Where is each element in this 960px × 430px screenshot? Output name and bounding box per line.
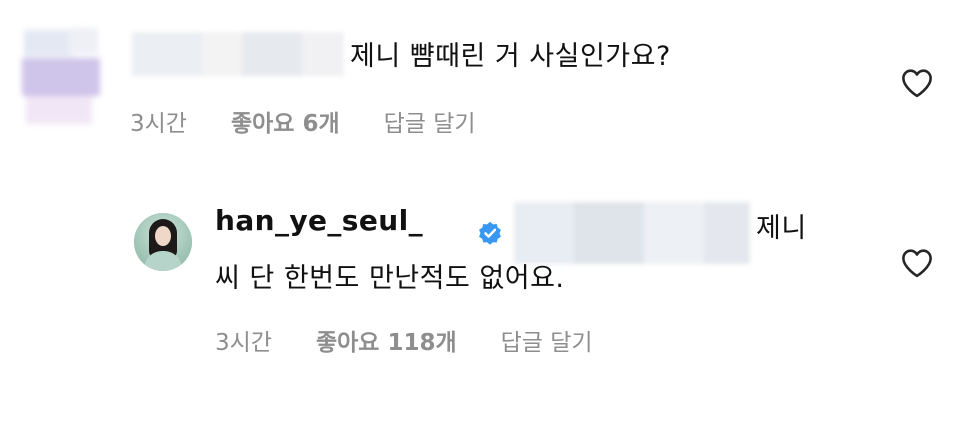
comment-text: 제니 뺨때린 거 사실인가요? [350,41,671,72]
likes-count-link[interactable]: 좋아요 118개 [316,323,457,357]
username-blurred[interactable] [132,32,344,76]
blur-block [704,202,750,264]
blur-block [202,32,242,76]
reply-button[interactable]: 답글 달기 [384,104,476,138]
comment: 제니 뺨때린 거 사실인가요? 3시간 좋아요 6개 답글 달기 [0,0,960,160]
comment-meta: 3시간 좋아요 6개 답글 달기 [130,104,476,138]
blur-block [644,202,704,264]
mention-blurred[interactable] [514,202,750,264]
blur-block [24,30,74,56]
comment-text-line2: 씨 단 한번도 만난적도 없어요. [215,263,565,294]
heart-outline-icon[interactable] [900,68,934,98]
blur-block [574,202,644,264]
comment-meta: 3시간 좋아요 118개 답글 달기 [215,323,593,357]
username-link[interactable]: han_ye_seul_ [215,204,423,237]
comment-time: 3시간 [215,330,272,356]
verified-badge-icon [479,221,501,245]
blur-block [132,32,202,76]
blur-block [302,32,344,76]
blur-block [68,28,98,54]
avatar[interactable] [134,213,192,271]
comment-text-line1: 제니 [756,213,807,244]
avatar-face [155,226,171,246]
avatar-blurred[interactable] [20,26,102,126]
blur-block [514,202,574,264]
blur-block [22,58,100,96]
likes-count-link[interactable]: 좋아요 6개 [231,104,340,138]
heart-outline-icon[interactable] [900,248,934,278]
blur-block [26,96,92,124]
comment-time: 3시간 [130,111,187,137]
blur-block [242,32,302,76]
reply-button[interactable]: 답글 달기 [501,323,593,357]
